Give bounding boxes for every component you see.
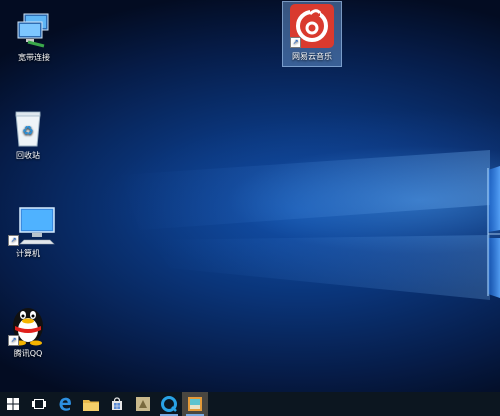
desktop-icon-broadband[interactable]: 宽带连接 — [2, 10, 66, 63]
file-explorer-icon — [83, 399, 99, 411]
desktop-icon-label: 宽带连接 — [18, 53, 50, 62]
desktop-icon-label: 腾讯QQ — [13, 349, 43, 358]
task-view-button[interactable] — [26, 392, 52, 416]
recycle-bin-icon: ♻ — [8, 108, 48, 148]
qq-penguin-icon: ↗ — [8, 300, 48, 346]
taskbar — [0, 392, 500, 416]
shortcut-arrow-icon: ↗ — [8, 235, 19, 246]
desktop-icon-label: 回收站 — [16, 151, 40, 160]
active-app-icon — [188, 397, 202, 411]
app-icon — [136, 397, 150, 411]
desktop-icon-qq[interactable]: ↗ 腾讯QQ — [0, 300, 60, 359]
computer-icon: ↗ — [8, 206, 55, 246]
shortcut-arrow-icon: ↗ — [8, 335, 19, 346]
desktop-icon-netease-music[interactable]: ↗ 网易云音乐 — [282, 1, 342, 67]
start-button[interactable] — [0, 392, 26, 416]
task-view-icon — [32, 399, 46, 409]
edge-browser-button[interactable] — [52, 392, 78, 416]
taskbar-app-button[interactable] — [130, 392, 156, 416]
store-icon — [112, 397, 122, 410]
file-explorer-button[interactable] — [78, 392, 104, 416]
netease-music-icon: ↗ — [290, 4, 334, 48]
windows-start-icon — [7, 398, 19, 410]
desktop-icon-label: 网易云音乐 — [292, 52, 332, 61]
store-button[interactable] — [104, 392, 130, 416]
desktop-icon-label: 计算机 — [16, 249, 40, 258]
active-app-button[interactable] — [182, 392, 208, 416]
windows-logo-wallpaper-graphic — [120, 150, 500, 300]
edge-browser-icon — [59, 397, 71, 411]
svg-text:♻: ♻ — [22, 124, 34, 139]
qq-browser-button[interactable] — [156, 392, 182, 416]
desktop-icon-computer[interactable]: ↗ 计算机 — [0, 206, 60, 259]
qq-browser-icon — [161, 396, 177, 412]
desktop-icon-recycle-bin[interactable]: ♻ 回收站 — [0, 108, 60, 161]
shortcut-arrow-icon: ↗ — [290, 37, 301, 48]
desktop-wallpaper — [0, 0, 500, 392]
network-connection-icon — [14, 10, 54, 50]
